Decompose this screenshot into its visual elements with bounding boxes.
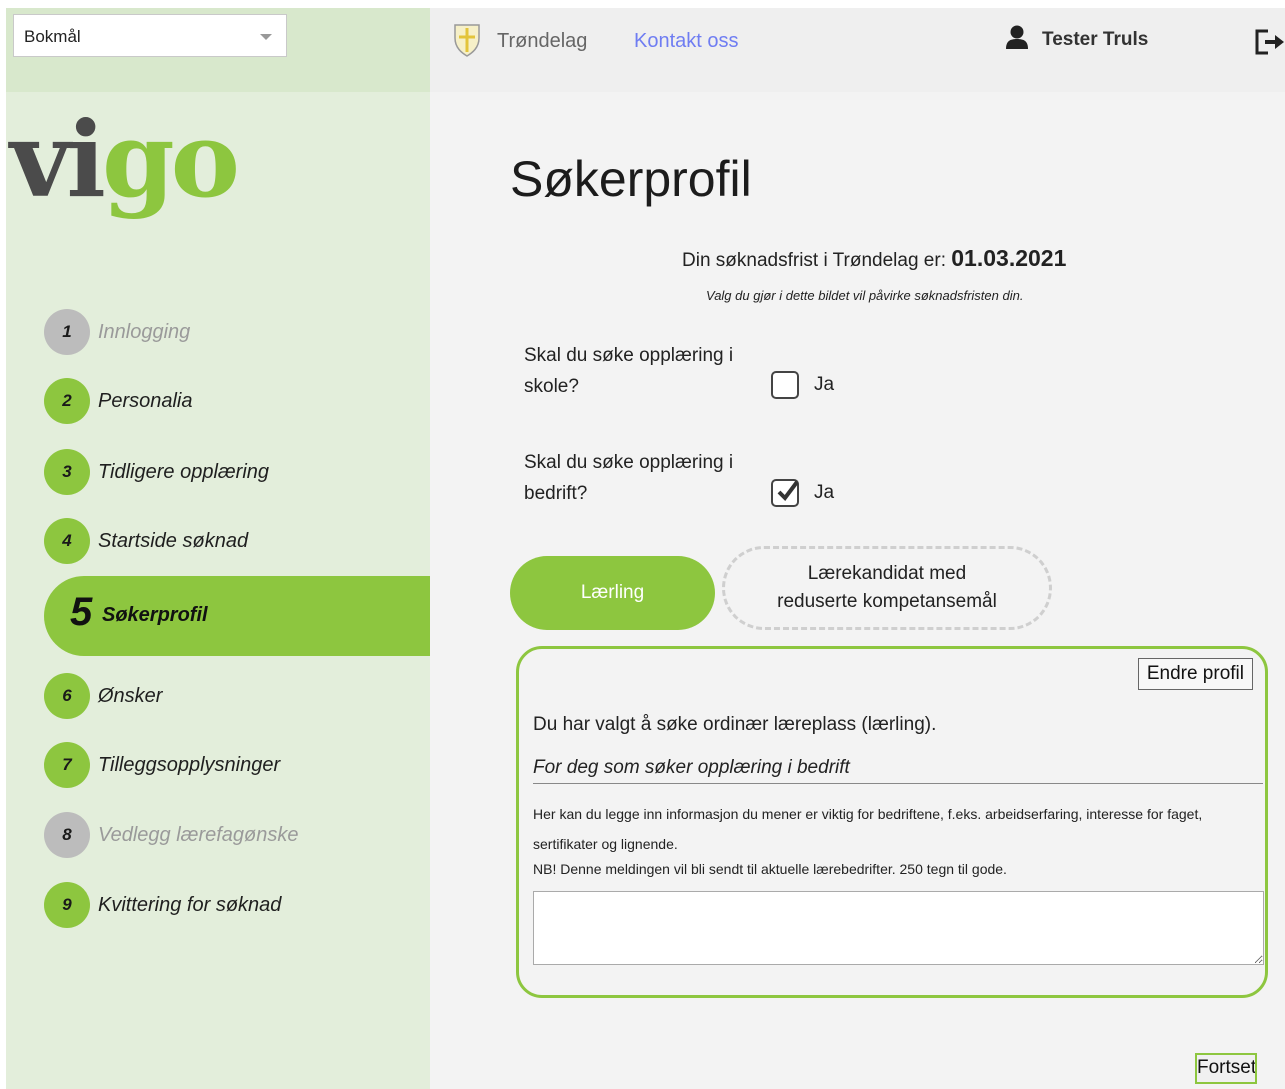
step-number: 6 [44,673,90,719]
top-bar: Trøndelag Kontakt oss Tester Truls [430,8,1285,92]
step-number: 7 [44,742,90,788]
step-label: Vedlegg lærefagønske [98,823,299,846]
step-personalia[interactable]: 2 Personalia [44,378,193,424]
step-number: 2 [44,378,90,424]
panel-info-text: Her kan du legge inn informasjon du mene… [533,806,1203,852]
sidebar: Bokmål vigo 1 Innlogging 2 Personalia 3 … [6,8,460,1089]
step-kvittering[interactable]: 9 Kvittering for søknad [44,882,281,928]
step-vedlegg-laerefagonske[interactable]: 8 Vedlegg lærefagønske [44,812,299,858]
step-innlogging[interactable]: 1 Innlogging [44,309,190,355]
school-checkbox-label: Ja [814,374,835,395]
step-number: 8 [44,812,90,858]
step-tidligere-opplaering[interactable]: 3 Tidligere opplæring [44,449,269,495]
region-name: Trøndelag [497,30,588,52]
step-tilleggsopplysninger[interactable]: 7 Tilleggsopplysninger [44,742,280,788]
deadline-date: 01.03.2021 [951,245,1067,271]
user-name: Tester Truls [1042,29,1149,50]
step-onsker[interactable]: 6 Ønsker [44,673,162,719]
logout-icon[interactable] [1254,28,1285,61]
step-startside-soknad[interactable]: 4 Startside søknad [44,518,248,564]
panel-nb-text: NB! Denne meldingen vil bli sendt til ak… [533,861,1007,877]
continue-button[interactable]: Fortsett [1195,1053,1257,1084]
step-number: 4 [44,518,90,564]
laerling-button[interactable]: Lærling [510,556,715,630]
chosen-profile-text: Du har valgt å søke ordinær læreplass (l… [533,714,937,735]
checkmark-icon [777,480,799,502]
question-company: Skal du søke opplæring i bedrift? [524,452,734,504]
chevron-down-icon [260,34,272,40]
step-label: Innlogging [98,320,191,343]
question-school: Skal du søke opplæring i skole? [524,345,734,397]
sidebar-top: Bokmål [6,8,430,92]
laerekandidat-button[interactable]: Lærekandidat med reduserte kompetansemål [722,546,1052,630]
company-checkbox[interactable] [771,479,799,507]
step-number: 5 [70,590,93,634]
shield-icon [452,22,482,63]
language-select-value: Bokmål [24,27,81,46]
deadline-note: Valg du gjør i dette bildet vil påvirke … [706,288,1024,303]
deadline-text: Din søknadsfrist i Trøndelag er: 01.03.2… [682,245,1067,271]
company-checkbox-label: Ja [814,482,835,503]
message-textarea[interactable] [533,891,1264,965]
step-label: Startside søknad [98,529,249,552]
step-label: Tilleggsopplysninger [98,753,281,776]
main-content: Søkerprofil Din søknadsfrist i Trøndelag… [430,92,1285,1089]
step-number: 1 [44,309,90,355]
page-title: Søkerprofil [510,151,752,207]
step-number: 3 [44,449,90,495]
language-select[interactable]: Bokmål [13,14,287,57]
school-checkbox[interactable] [771,371,799,399]
step-label: Kvittering for søknad [98,893,282,916]
vigo-logo: vigo [10,98,240,221]
user-icon [1004,24,1030,55]
step-sokerprofil-active[interactable]: 5 Søkerprofil [44,576,460,656]
step-number: 9 [44,882,90,928]
change-profile-button[interactable]: Endre profil [1137,658,1253,690]
panel-subheading: For deg som søker opplæring i bedrift [533,757,1263,784]
profile-panel: Endre profil Du har valgt å søke ordinær… [516,646,1268,998]
contact-link[interactable]: Kontakt oss [634,30,739,53]
step-label: Personalia [98,389,193,412]
step-label: Tidligere opplæring [98,460,270,483]
step-label: Søkerprofil [102,604,208,626]
step-label: Ønsker [98,684,163,707]
